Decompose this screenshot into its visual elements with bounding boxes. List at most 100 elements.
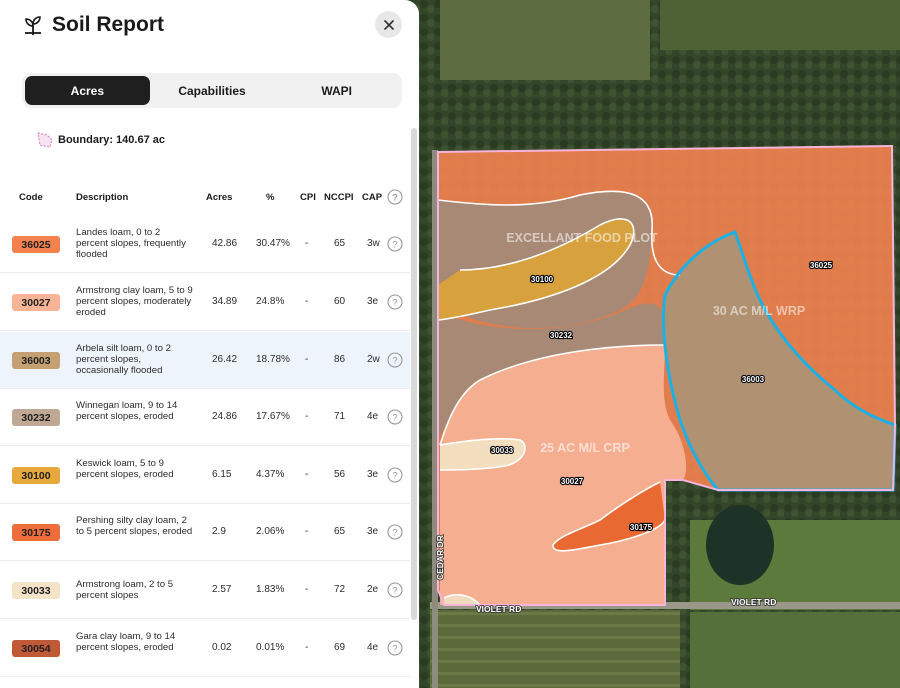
soil-nccpi: 72 <box>334 584 346 595</box>
help-icon[interactable]: ? <box>387 524 403 540</box>
soil-cap: 4e <box>367 642 379 653</box>
svg-text:?: ? <box>392 528 397 539</box>
soil-cpi: - <box>305 584 309 595</box>
help-icon[interactable]: ? <box>387 236 403 252</box>
table-row[interactable]: 30054 Gara clay loam, 9 to 14 percent slo… <box>0 620 410 677</box>
soil-nccpi: 69 <box>334 642 346 653</box>
soil-percent: 2.06% <box>256 526 285 537</box>
tab-wapi[interactable]: WAPI <box>274 76 399 105</box>
field-north <box>440 0 650 80</box>
page-title: Soil Report <box>52 13 165 36</box>
soil-nccpi: 65 <box>334 526 346 537</box>
close-button[interactable] <box>375 11 402 38</box>
soil-cpi: - <box>305 354 309 365</box>
soil-label-36025: 36025 <box>810 261 833 270</box>
field-south-east <box>690 612 900 688</box>
close-icon <box>383 19 394 30</box>
soil-nccpi: 65 <box>334 238 346 249</box>
soil-percent: 4.37% <box>256 469 285 480</box>
column-percent: % <box>266 192 275 203</box>
svg-text:?: ? <box>392 471 397 482</box>
soil-report-panel: Soil Report Acres Capabilities WAPI Boun… <box>0 0 419 688</box>
soil-code-badge: 30027 <box>12 294 60 311</box>
table-row[interactable]: 30027 Armstrong clay loam, 5 to 9 percent… <box>0 274 410 331</box>
table-row[interactable]: 30100 Keswick loam, 5 to 9 percent slopes… <box>0 447 410 504</box>
soil-code-badge: 30175 <box>12 524 60 541</box>
soil-cap: 3w <box>367 238 380 249</box>
soil-acres: 0.02 <box>212 642 232 653</box>
svg-text:?: ? <box>392 240 397 251</box>
table-row[interactable]: 30232 Winnegan loam, 9 to 14 percent slop… <box>0 389 410 446</box>
soil-description: Armstrong loam, 2 to 5 percent slopes <box>76 579 174 602</box>
soil-acres: 6.15 <box>212 469 232 480</box>
help-icon[interactable]: ? <box>387 640 403 656</box>
soil-cap: 3e <box>367 526 379 537</box>
column-cap: CAP <box>362 192 383 203</box>
soil-code-badge: 30100 <box>12 467 60 484</box>
soil-percent: 30.47% <box>256 238 290 249</box>
zone-label-food-plot: EXCELLANT FOOD PLOT <box>506 231 658 245</box>
table-row[interactable]: 36025 Landes loam, 0 to 2 percent slopes,… <box>0 216 410 273</box>
soil-label-30027: 30027 <box>561 477 584 486</box>
soil-label-30232: 30232 <box>550 331 573 340</box>
column-description: Description <box>76 192 129 203</box>
soil-acres: 34.89 <box>212 296 238 307</box>
soil-code-badge: 30054 <box>12 640 60 657</box>
road-label-violet-east: VIOLET RD <box>731 597 776 607</box>
svg-text:?: ? <box>392 298 397 309</box>
soil-code-badge: 30033 <box>12 582 60 599</box>
help-icon[interactable]: ? <box>387 582 403 598</box>
soil-percent: 1.83% <box>256 584 285 595</box>
pond <box>706 505 774 585</box>
help-icon[interactable]: ? <box>387 467 403 483</box>
road-label-violet-west: VIOLET RD <box>476 604 521 614</box>
tab-capabilities[interactable]: Capabilities <box>150 76 275 105</box>
soil-description: Gara clay loam, 9 to 14 percent slopes, … <box>76 631 176 654</box>
column-cpi: CPI <box>300 192 316 203</box>
cap-help-icon[interactable]: ? <box>387 189 403 205</box>
soil-cap: 2w <box>367 354 380 365</box>
soil-code-badge: 36003 <box>12 352 60 369</box>
scrollbar[interactable] <box>411 128 417 620</box>
soil-cpi: - <box>305 642 309 653</box>
field-northeast <box>660 0 900 50</box>
svg-text:?: ? <box>392 193 398 204</box>
soil-cap: 2e <box>367 584 379 595</box>
soil-description: Landes loam, 0 to 2 percent slopes, freq… <box>76 227 186 261</box>
soil-description: Armstrong clay loam, 5 to 9 percent slop… <box>76 285 193 319</box>
soil-acres: 2.57 <box>212 584 232 595</box>
soil-percent: 0.01% <box>256 642 285 653</box>
help-icon[interactable]: ? <box>387 409 403 425</box>
table-row[interactable]: 30175 Pershing silty clay loam, 2 to 5 pe… <box>0 504 410 561</box>
soil-percent: 24.8% <box>256 296 285 307</box>
soil-30027-polygon[interactable] <box>440 345 687 605</box>
help-icon[interactable]: ? <box>387 352 403 368</box>
soil-code-badge: 36025 <box>12 236 60 253</box>
svg-text:?: ? <box>392 356 397 367</box>
soil-label-36003: 36003 <box>742 375 765 384</box>
svg-text:?: ? <box>392 413 397 424</box>
soil-acres: 26.42 <box>212 354 238 365</box>
svg-text:?: ? <box>392 586 397 597</box>
soil-description: Keswick loam, 5 to 9 percent slopes, ero… <box>76 458 174 481</box>
soil-cap: 3e <box>367 296 379 307</box>
soil-description: Arbela silt loam, 0 to 2 percent slopes,… <box>76 343 171 377</box>
panel-header: Soil Report <box>0 0 419 56</box>
soil-cap: 4e <box>367 411 379 422</box>
soil-label-30100: 30100 <box>531 275 554 284</box>
soil-cpi: - <box>305 526 309 537</box>
tab-acres[interactable]: Acres <box>25 76 150 105</box>
soil-cpi: - <box>305 469 309 480</box>
boundary-acres: Boundary: 140.67 ac <box>58 134 165 146</box>
table-row[interactable]: 30033 Armstrong loam, 2 to 5 percent slop… <box>0 562 410 619</box>
soil-code-badge: 30232 <box>12 409 60 426</box>
help-icon[interactable]: ? <box>387 294 403 310</box>
soil-acres: 24.86 <box>212 411 238 422</box>
soil-cpi: - <box>305 238 309 249</box>
road-label-cedar: CEDAR DR <box>435 535 445 580</box>
soil-nccpi: 71 <box>334 411 346 422</box>
soil-acres: 2.9 <box>212 526 226 537</box>
table-row[interactable]: 36003 Arbela silt loam, 0 to 2 percent sl… <box>0 332 410 389</box>
table-header: Code Description Acres % CPI NCCPI CAP ? <box>0 186 410 210</box>
svg-text:?: ? <box>392 644 397 655</box>
